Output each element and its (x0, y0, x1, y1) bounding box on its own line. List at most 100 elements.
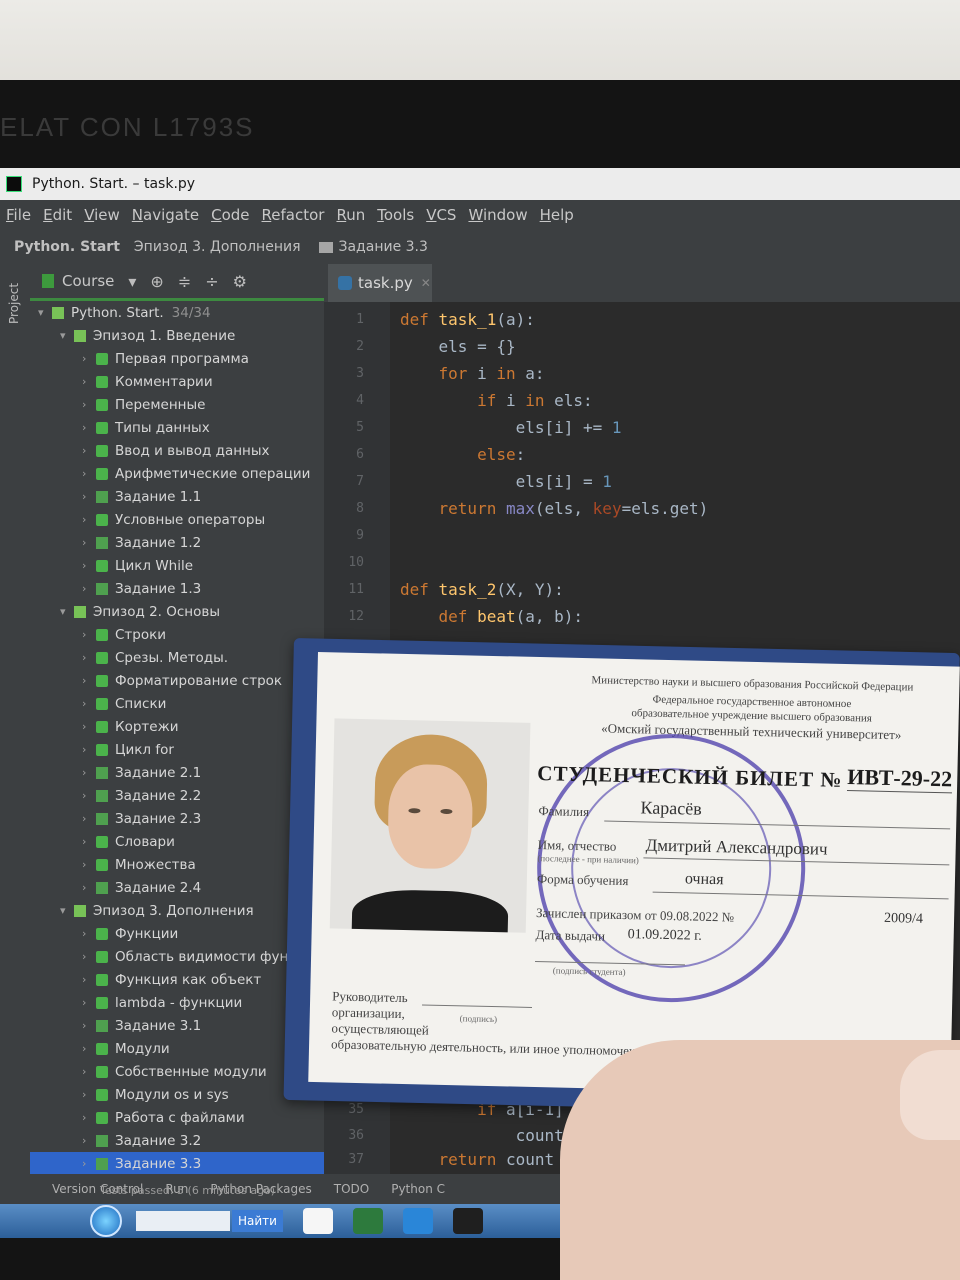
chevron-down-icon[interactable]: ▾ (60, 329, 74, 342)
tree-item[interactable]: › Типы данных (30, 416, 324, 439)
yandex-browser-icon[interactable] (302, 1208, 333, 1234)
tree-item[interactable]: › Область видимости функ (30, 945, 324, 968)
chevron-right-icon[interactable]: › (82, 651, 96, 664)
taskbar-search-input[interactable] (136, 1211, 230, 1231)
tree-item[interactable]: ▾ Python. Start. 34/34 (30, 301, 324, 324)
tree-item[interactable]: › Арифметические операции (30, 462, 324, 485)
tree-item[interactable]: › Множества (30, 853, 324, 876)
menu-view[interactable]: View (84, 206, 120, 224)
chevron-down-icon[interactable]: ▾ (60, 605, 74, 618)
gear-icon[interactable]: ⚙ (233, 272, 247, 291)
chevron-right-icon[interactable]: › (82, 1042, 96, 1055)
chevron-right-icon[interactable]: › (82, 812, 96, 825)
chevron-right-icon[interactable]: › (82, 1019, 96, 1032)
tree-item[interactable]: › Задание 3.3 (30, 1152, 324, 1174)
tree-item[interactable]: › Функции (30, 922, 324, 945)
tree-item[interactable]: › Строки (30, 623, 324, 646)
tree-item[interactable]: › Первая программа (30, 347, 324, 370)
chevron-right-icon[interactable]: › (82, 536, 96, 549)
chevron-right-icon[interactable]: › (82, 421, 96, 434)
tree-item[interactable]: › Задание 2.2 (30, 784, 324, 807)
breadcrumb-task[interactable]: Задание 3.3 (339, 239, 428, 255)
tree-item[interactable]: › Условные операторы (30, 508, 324, 531)
tree-item[interactable]: › Задание 1.3 (30, 577, 324, 600)
chevron-right-icon[interactable]: › (82, 1111, 96, 1124)
chevron-right-icon[interactable]: › (82, 674, 96, 687)
menu-run[interactable]: Run (336, 206, 365, 224)
start-button[interactable] (90, 1205, 122, 1237)
tree-item[interactable]: ▾ Эпизод 2. Основы (30, 600, 324, 623)
tree-item[interactable]: › Собственные модули (30, 1060, 324, 1083)
chevron-right-icon[interactable]: › (82, 444, 96, 457)
chevron-right-icon[interactable]: › (82, 697, 96, 710)
chevron-right-icon[interactable]: › (82, 766, 96, 779)
chevron-right-icon[interactable]: › (82, 720, 96, 733)
tree-item[interactable]: › Функция как объект (30, 968, 324, 991)
tree-item[interactable]: › Модули (30, 1037, 324, 1060)
menu-code[interactable]: Code (211, 206, 249, 224)
locate-icon[interactable]: ⊕ (150, 272, 163, 291)
tree-item[interactable]: › Кортежи (30, 715, 324, 738)
tree-item[interactable]: › Переменные (30, 393, 324, 416)
tree-item[interactable]: › Цикл for (30, 738, 324, 761)
chevron-right-icon[interactable]: › (82, 582, 96, 595)
menu-help[interactable]: Help (540, 206, 574, 224)
tree-item[interactable]: › Форматирование строк (30, 669, 324, 692)
chevron-down-icon[interactable]: ▾ (38, 306, 52, 319)
chevron-right-icon[interactable]: › (82, 628, 96, 641)
chevron-right-icon[interactable]: › (82, 467, 96, 480)
tree-item[interactable]: › Списки (30, 692, 324, 715)
tree-item[interactable]: › Комментарии (30, 370, 324, 393)
chevron-right-icon[interactable]: › (82, 1157, 96, 1170)
tree-item[interactable]: › Ввод и вывод данных (30, 439, 324, 462)
tree-item[interactable]: › Задание 3.2 (30, 1129, 324, 1152)
chevron-right-icon[interactable]: › (82, 398, 96, 411)
app-icon[interactable] (352, 1208, 383, 1234)
chevron-right-icon[interactable]: › (82, 513, 96, 526)
menu-window[interactable]: Window (468, 206, 527, 224)
chevron-right-icon[interactable]: › (82, 996, 96, 1009)
chevron-right-icon[interactable]: › (82, 375, 96, 388)
chevron-right-icon[interactable]: › (82, 1088, 96, 1101)
chevron-right-icon[interactable]: › (82, 927, 96, 940)
tree-item[interactable]: › Задание 1.2 (30, 531, 324, 554)
tree-item[interactable]: › Работа с файлами (30, 1106, 324, 1129)
tree-item[interactable]: › Цикл While (30, 554, 324, 577)
chevron-right-icon[interactable]: › (82, 950, 96, 963)
chevron-right-icon[interactable]: › (82, 559, 96, 572)
collapse-all-icon[interactable]: ÷ (205, 272, 218, 291)
chevron-right-icon[interactable]: › (82, 352, 96, 365)
tree-item[interactable]: › Задание 1.1 (30, 485, 324, 508)
chevron-right-icon[interactable]: › (82, 743, 96, 756)
menu-refactor[interactable]: Refactor (262, 206, 325, 224)
chevron-right-icon[interactable]: › (82, 835, 96, 848)
tab-todo[interactable]: TODO (334, 1182, 369, 1196)
menu-vcs[interactable]: VCS (426, 206, 456, 224)
tree-item[interactable]: › Задание 3.1 (30, 1014, 324, 1037)
tree-item[interactable]: › Модули os и sys (30, 1083, 324, 1106)
chevron-right-icon[interactable]: › (82, 490, 96, 503)
tree-item[interactable]: › Задание 2.1 (30, 761, 324, 784)
menu-navigate[interactable]: Navigate (132, 206, 199, 224)
tree-item[interactable]: ▾ Эпизод 3. Дополнения (30, 899, 324, 922)
tree-item[interactable]: › lambda - функции (30, 991, 324, 1014)
tree-item[interactable]: › Срезы. Методы. (30, 646, 324, 669)
chevron-right-icon[interactable]: › (82, 1065, 96, 1078)
close-icon[interactable]: ✕ (421, 276, 431, 290)
tree-item[interactable]: › Задание 2.4 (30, 876, 324, 899)
expand-all-icon[interactable]: ≑ (178, 272, 191, 291)
breadcrumb-episode[interactable]: Эпизод 3. Дополнения (134, 239, 301, 255)
tab-python-console[interactable]: Python C (391, 1182, 445, 1196)
tree-item[interactable]: › Задание 2.3 (30, 807, 324, 830)
taskbar-search-button[interactable]: Найти (232, 1210, 283, 1232)
tree-item[interactable]: ▾ Эпизод 1. Введение (30, 324, 324, 347)
pycharm-taskbar-icon[interactable] (452, 1208, 483, 1234)
chevron-right-icon[interactable]: › (82, 881, 96, 894)
chevron-right-icon[interactable]: › (82, 1134, 96, 1147)
tab-task-py[interactable]: task.py ✕ (328, 264, 432, 305)
menu-tools[interactable]: Tools (377, 206, 414, 224)
project-tool-button[interactable]: Project (7, 283, 21, 324)
zoom-icon[interactable] (402, 1208, 433, 1234)
chevron-right-icon[interactable]: › (82, 973, 96, 986)
menu-edit[interactable]: Edit (43, 206, 72, 224)
